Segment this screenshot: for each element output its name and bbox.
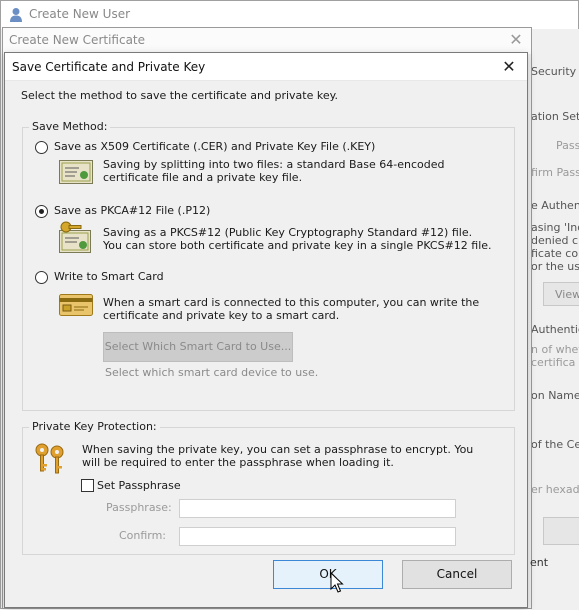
private-key-description: When saving the private key, you can set… [82, 443, 474, 469]
text-fragment-3: ficate con [531, 247, 579, 260]
save-certificate-dialog: Save Certificate and Private Key ✕ Selec… [4, 52, 528, 608]
private-key-protection-legend: Private Key Protection: [29, 420, 160, 433]
option-smart-card-description: When a smart card is connected to this c… [103, 296, 480, 322]
hexadecimal-fragment: er hexade [531, 483, 579, 496]
ok-button[interactable]: OK [273, 560, 383, 589]
radio-p12[interactable] [35, 205, 48, 218]
save-method-group: Save Method: Save as X509 Certificate (.… [22, 120, 515, 411]
create-new-user-title: Create New User [29, 7, 131, 21]
security-policy-fragment: Security Po [531, 65, 579, 78]
save-method-legend: Save Method: [29, 120, 111, 133]
authentication-fragment-2: Authentica [531, 323, 579, 336]
create-new-user-titlebar: Create New User [1, 1, 578, 29]
certificate-icon [59, 160, 93, 184]
create-new-certificate-titlebar: Create New Certificate ✕ [3, 28, 531, 54]
cancel-button[interactable]: Cancel [402, 560, 512, 589]
radio-x509[interactable] [35, 141, 48, 154]
button-fragment[interactable] [543, 517, 579, 545]
select-smart-card-button[interactable]: Select Which Smart Card to Use... [103, 332, 293, 362]
text-fragment-4: or the use [531, 260, 579, 273]
keys-icon [35, 443, 64, 474]
view-button-fragment[interactable]: View [543, 282, 579, 306]
user-icon [10, 8, 22, 22]
confirm-password-label-fragment: firm Passw [531, 166, 579, 179]
dialog-titlebar: Save Certificate and Private Key ✕ [5, 53, 527, 81]
authentication-fragment: e Authent [531, 199, 579, 212]
passphrase-input[interactable] [179, 499, 456, 518]
text-fragment-2: denied c [531, 234, 579, 247]
radio-smart-card[interactable] [35, 271, 48, 284]
create-new-certificate-title: Create New Certificate [9, 33, 146, 47]
user-settings-panel-fragment: Security Po ation Set Passw firm Passw e… [531, 29, 579, 610]
confirm-label: Confirm: [118, 529, 166, 542]
set-passphrase-label[interactable]: Set Passphrase [97, 479, 181, 492]
private-key-protection-group: Private Key Protection: When saving the … [22, 420, 515, 555]
option-p12-label[interactable]: Save as PKCA#12 File (.P12) [54, 204, 210, 217]
dialog-title: Save Certificate and Private Key [12, 60, 206, 74]
smart-card-help-text: Select which smart card device to use. [105, 366, 319, 379]
password-label-fragment: Passw [556, 139, 579, 152]
certificate-label-fragment: of the Cer [531, 438, 579, 451]
authentication-settings-fragment: ation Set [531, 110, 579, 123]
text-fragment-1: asing 'Ind [531, 221, 579, 234]
dialog-close-icon[interactable]: ✕ [499, 57, 519, 77]
text-fragment-ent: ent [530, 556, 549, 569]
confirm-input[interactable] [179, 527, 456, 546]
mouse-cursor-icon [330, 572, 344, 593]
close-icon[interactable]: ✕ [507, 31, 525, 49]
name-label-fragment: on Name [531, 389, 579, 402]
radio-selected-dot [39, 209, 44, 214]
text-fragment-6: certifica [531, 356, 576, 369]
certificate-key-icon [59, 221, 91, 253]
dialog-instruction: Select the method to save the certificat… [21, 89, 339, 102]
text-fragment-5: n of whet [531, 343, 579, 356]
option-smart-card-label[interactable]: Write to Smart Card [54, 270, 164, 283]
option-p12-description: Saving as a PKCS#12 (Public Key Cryptogr… [103, 226, 492, 252]
set-passphrase-checkbox[interactable] [81, 479, 94, 492]
passphrase-label: Passphrase: [106, 501, 172, 514]
option-x509-description: Saving by splitting into two files: a st… [103, 158, 445, 184]
option-x509-label[interactable]: Save as X509 Certificate (.CER) and Priv… [54, 140, 375, 153]
smart-card-icon [59, 294, 93, 316]
